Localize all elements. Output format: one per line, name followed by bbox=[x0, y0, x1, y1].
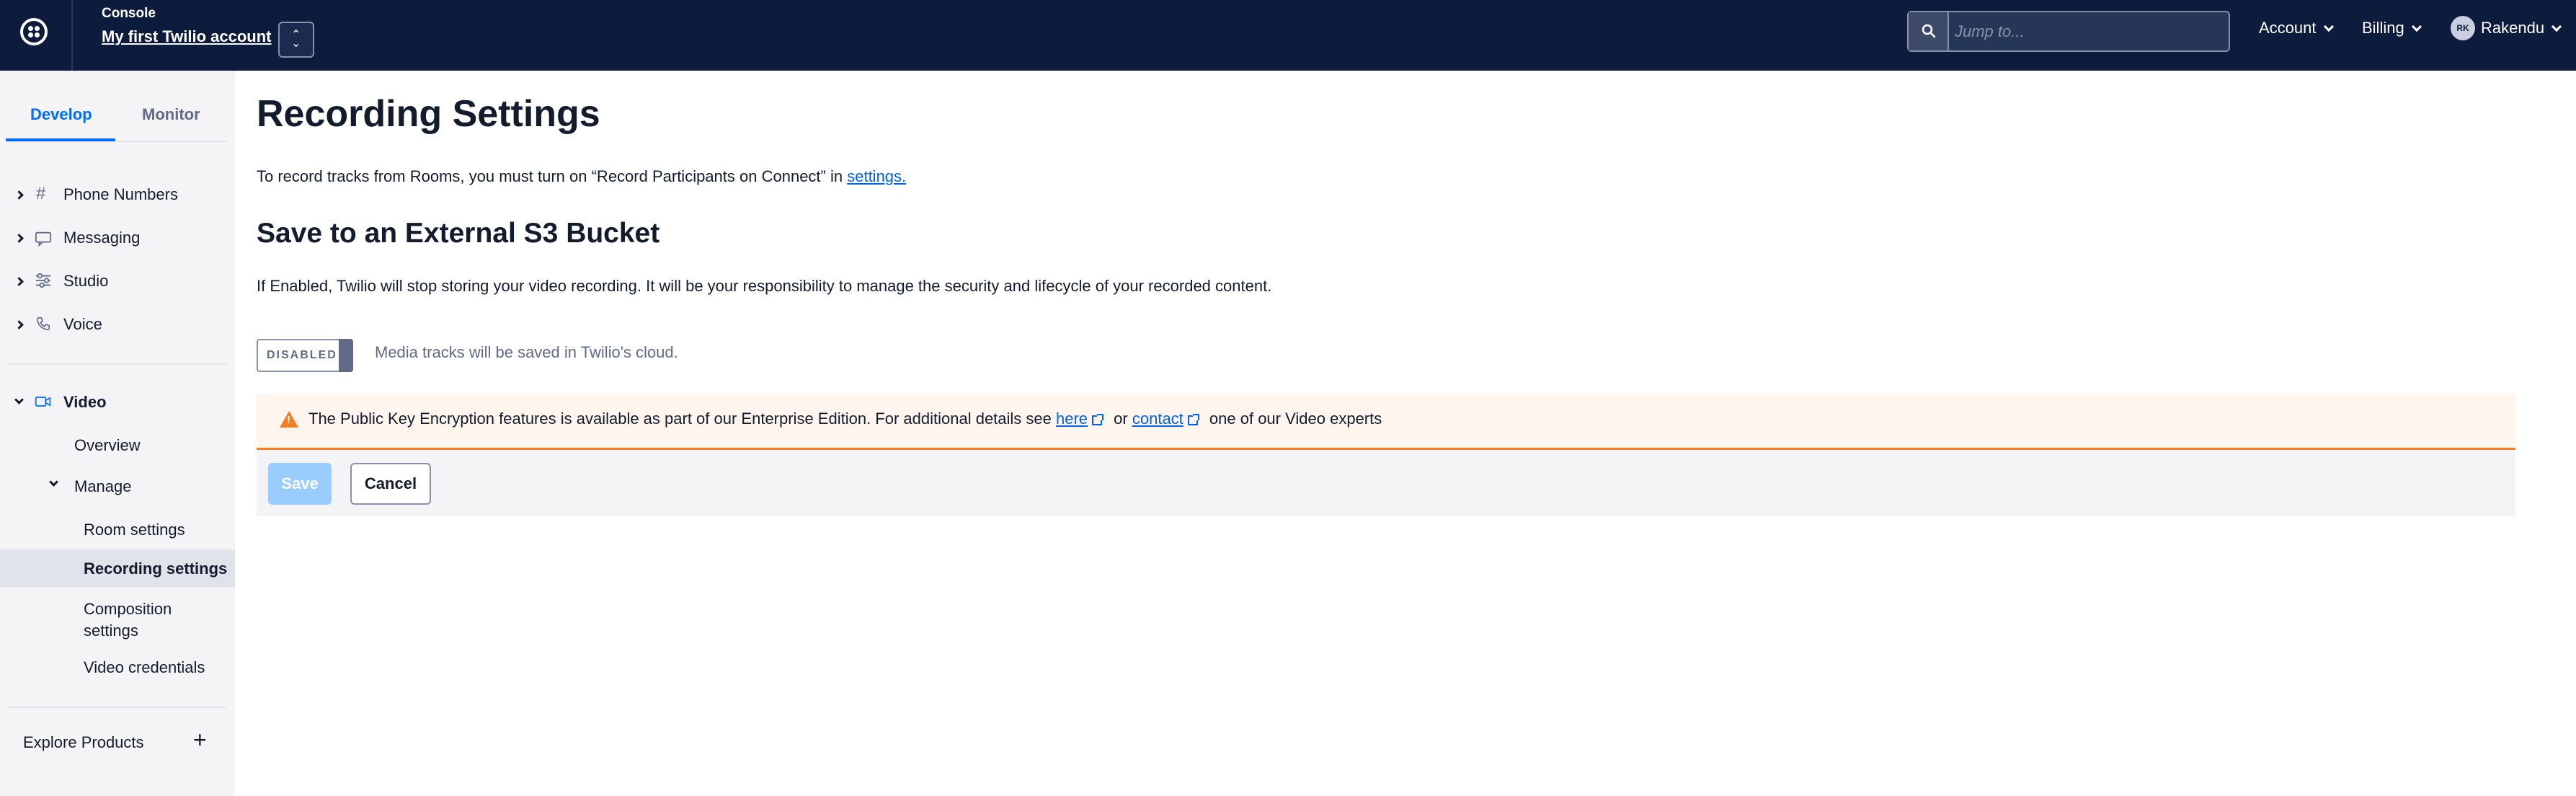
save-button[interactable]: Save bbox=[268, 463, 332, 505]
account-menu[interactable]: Account bbox=[2259, 19, 2334, 37]
contact-link[interactable]: contact bbox=[1132, 410, 1183, 428]
sidebar-item-video-credentials[interactable]: Video credentials bbox=[84, 658, 205, 677]
active-tab-indicator bbox=[6, 138, 115, 141]
divider bbox=[71, 0, 73, 71]
alert-text-or: or bbox=[1114, 410, 1128, 428]
user-menu[interactable]: Rakendu bbox=[2481, 19, 2562, 37]
tab-develop[interactable]: Develop bbox=[30, 105, 92, 124]
alert-text-before: The Public Key Encryption features is av… bbox=[308, 410, 1056, 428]
explore-products-link[interactable]: Explore Products bbox=[23, 733, 144, 752]
toggle-state-label: DISABLED bbox=[267, 349, 337, 361]
video-camera-icon bbox=[35, 397, 51, 407]
search-icon bbox=[1922, 24, 1936, 38]
external-link-icon bbox=[1187, 414, 1199, 425]
sidebar-item-composition-settings[interactable]: Composition settings bbox=[84, 598, 199, 642]
form-actions-bar: Save Cancel bbox=[257, 450, 2515, 516]
s3-bucket-toggle[interactable]: DISABLED bbox=[257, 339, 353, 372]
external-link-icon bbox=[1092, 414, 1104, 425]
hash-icon: # bbox=[36, 184, 46, 203]
alert-message: The Public Key Encryption features is av… bbox=[308, 410, 1382, 428]
chevron-down-icon bbox=[2323, 21, 2334, 32]
user-name: Rakendu bbox=[2481, 19, 2545, 37]
section-title: Save to an External S3 Bucket bbox=[257, 218, 660, 249]
chevron-up-down-icon: ⌃ ⌄ bbox=[291, 29, 301, 50]
sidebar-item-recording-settings[interactable]: Recording settings bbox=[84, 560, 227, 578]
console-label: Console bbox=[102, 6, 156, 21]
toggle-knob bbox=[339, 339, 353, 372]
tab-monitor[interactable]: Monitor bbox=[142, 105, 200, 124]
chevron-right-icon[interactable] bbox=[14, 234, 24, 243]
account-switcher-button[interactable]: ⌃ ⌄ bbox=[278, 22, 314, 58]
chevron-down-icon bbox=[2411, 21, 2422, 32]
avatar[interactable]: RK bbox=[2451, 16, 2475, 40]
cancel-button[interactable]: Cancel bbox=[350, 463, 431, 505]
chevron-right-icon[interactable] bbox=[14, 190, 24, 200]
enterprise-alert: ! The Public Key Encryption features is … bbox=[257, 394, 2515, 450]
chevron-down-icon bbox=[2551, 21, 2562, 32]
chevron-right-icon[interactable] bbox=[14, 277, 24, 286]
intro-text-body: To record tracks from Rooms, you must tu… bbox=[257, 167, 848, 185]
jump-to-search bbox=[1907, 11, 2230, 52]
sidebar-item-room-settings[interactable]: Room settings bbox=[84, 521, 185, 539]
search-button[interactable] bbox=[1909, 12, 1949, 50]
search-input[interactable] bbox=[1953, 18, 2220, 45]
divider bbox=[9, 707, 226, 708]
settings-link[interactable]: settings. bbox=[847, 167, 906, 185]
top-navigation-bar: Console My first Twilio account ⌃⌄ Accou… bbox=[0, 0, 2576, 71]
divider bbox=[9, 363, 226, 365]
sidebar-item-manage[interactable]: Manage bbox=[74, 477, 132, 496]
chevron-right-icon[interactable] bbox=[14, 320, 24, 330]
here-link[interactable]: here bbox=[1056, 410, 1088, 428]
sidebar-item-overview[interactable]: Overview bbox=[74, 436, 141, 455]
account-menu-label: Account bbox=[2259, 19, 2317, 37]
toggle-caption: Media tracks will be saved in Twilio's c… bbox=[375, 343, 678, 361]
phone-icon bbox=[36, 317, 50, 331]
chevron-down-icon[interactable] bbox=[14, 395, 24, 404]
warning-icon: ! bbox=[280, 411, 298, 428]
sidebar-item-voice[interactable]: Voice bbox=[63, 315, 102, 334]
section-description: If Enabled, Twilio will stop storing you… bbox=[257, 277, 1272, 295]
studio-flow-icon bbox=[35, 273, 51, 288]
sidebar-item-phone-numbers[interactable]: Phone Numbers bbox=[63, 185, 178, 204]
sidebar-item-messaging[interactable]: Messaging bbox=[63, 229, 140, 247]
account-name-link[interactable]: My first Twilio account bbox=[102, 27, 272, 46]
sidebar-item-video[interactable]: Video bbox=[63, 393, 107, 412]
alert-text-after: one of our Video experts bbox=[1209, 410, 1382, 428]
billing-menu-label: Billing bbox=[2362, 19, 2404, 37]
plus-icon[interactable]: + bbox=[193, 728, 207, 751]
billing-menu[interactable]: Billing bbox=[2362, 19, 2422, 37]
sidebar: Develop Monitor # Phone Numbers Messagin… bbox=[0, 71, 235, 796]
intro-text: To record tracks from Rooms, you must tu… bbox=[257, 167, 906, 186]
page-title: Recording Settings bbox=[257, 93, 600, 135]
twilio-logo-icon[interactable] bbox=[20, 18, 48, 45]
chevron-down-icon[interactable] bbox=[49, 477, 58, 487]
chat-bubble-icon bbox=[35, 231, 52, 247]
sidebar-item-studio[interactable]: Studio bbox=[63, 272, 108, 291]
